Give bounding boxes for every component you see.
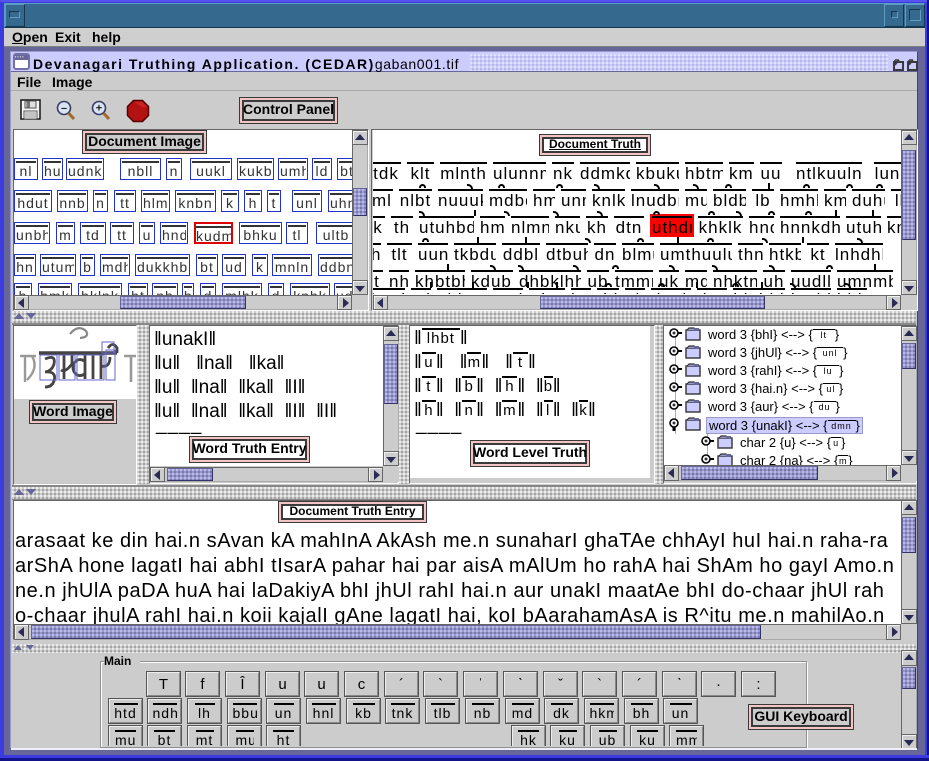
- svg-text:–: –: [61, 103, 67, 115]
- svg-text:+: +: [96, 103, 102, 115]
